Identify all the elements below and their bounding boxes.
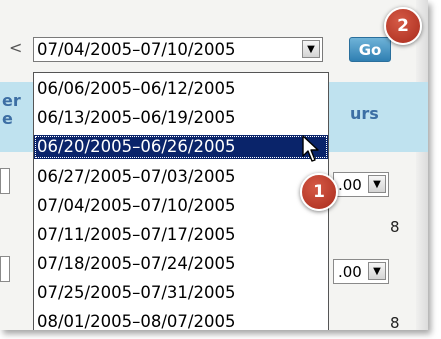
screenshot-frame: < er e urs .00 ▼ 8 .00 ▼ 8 07/04/2005–07…: [0, 0, 428, 330]
hours-column-header: urs: [350, 104, 379, 123]
row2-left-field[interactable]: [0, 256, 10, 282]
week-select-value: 07/04/2005–07/10/2005: [37, 40, 236, 59]
row2-total: 8: [390, 314, 400, 330]
row1-hours-select[interactable]: .00 ▼: [333, 172, 389, 197]
week-option[interactable]: 06/27/2005–07/03/2005: [34, 165, 328, 189]
row1-hours-value: .00: [338, 176, 362, 194]
week-option[interactable]: 07/18/2005–07/24/2005: [34, 252, 328, 276]
week-dropdown-list: 06/06/2005–06/12/2005 06/13/2005–06/19/2…: [33, 72, 329, 330]
chevron-down-icon[interactable]: ▼: [302, 40, 320, 58]
week-option[interactable]: 06/13/2005–06/19/2005: [34, 106, 328, 130]
chevron-down-icon[interactable]: ▼: [368, 175, 386, 193]
column-header-fragment-left: er e: [2, 91, 21, 128]
step-2-badge: 2: [384, 7, 422, 45]
step-1-badge: 1: [300, 173, 338, 211]
week-option-highlighted[interactable]: 06/20/2005–06/26/2005: [34, 135, 328, 159]
week-option[interactable]: 08/01/2005–08/07/2005: [34, 310, 328, 330]
week-option[interactable]: 06/06/2005–06/12/2005: [34, 77, 328, 101]
row1-total: 8: [390, 218, 400, 236]
week-option[interactable]: 07/04/2005–07/10/2005: [34, 194, 328, 218]
week-select[interactable]: 07/04/2005–07/10/2005 ▼: [33, 37, 323, 62]
week-option[interactable]: 07/11/2005–07/17/2005: [34, 223, 328, 247]
row1-left-field[interactable]: [0, 168, 10, 194]
chevron-down-icon[interactable]: ▼: [368, 262, 386, 280]
mouse-pointer-icon: [302, 135, 319, 162]
row2-hours-select[interactable]: .00 ▼: [333, 259, 389, 284]
previous-week-arrow[interactable]: <: [9, 38, 22, 57]
week-option[interactable]: 07/25/2005–07/31/2005: [34, 281, 328, 305]
go-button[interactable]: Go: [349, 37, 391, 62]
frame-edge: [416, 0, 428, 330]
row2-hours-value: .00: [338, 263, 362, 281]
